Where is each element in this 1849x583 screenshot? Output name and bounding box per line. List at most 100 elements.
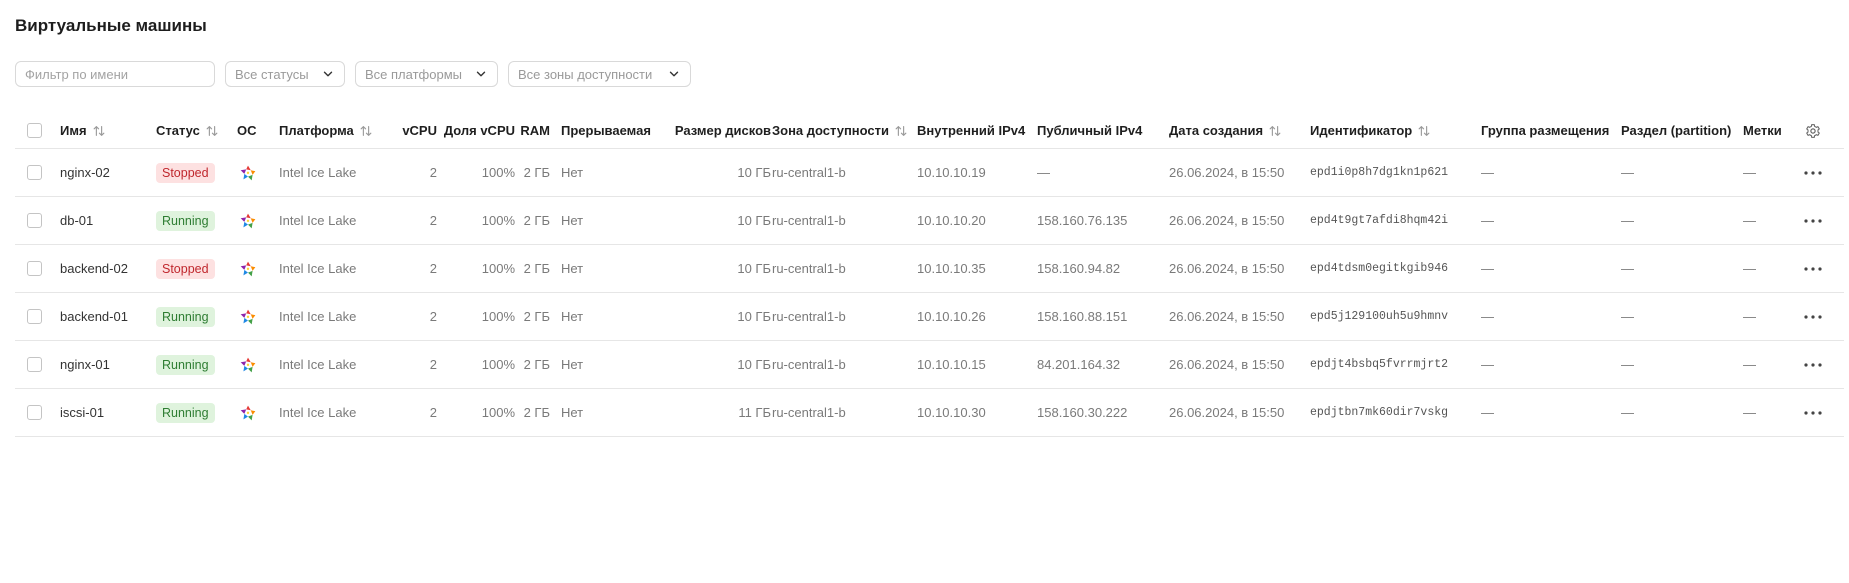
column-header-label: Идентификатор <box>1310 123 1413 138</box>
row-checkbox[interactable] <box>27 213 42 228</box>
labels-cell: — <box>1743 405 1756 420</box>
row-actions-button[interactable] <box>1804 149 1822 196</box>
created-date-cell: 26.06.2024, в 15:50 <box>1169 405 1285 420</box>
more-actions-icon[interactable] <box>1804 362 1822 367</box>
sort-icon[interactable] <box>205 124 219 138</box>
status-filter-select[interactable]: Все статусы <box>225 61 345 87</box>
more-actions-icon[interactable] <box>1804 218 1822 223</box>
vcpu-share-cell: 100% <box>481 357 515 372</box>
status-filter-value: Все статусы <box>235 66 309 82</box>
table-row[interactable]: backend-01 Running Intel Ice Lake 2 100%… <box>15 293 1844 341</box>
internal-ip-cell: 10.10.10.26 <box>917 309 986 324</box>
platform-cell: Intel Ice Lake <box>279 357 357 372</box>
column-header-label: Метки <box>1743 123 1782 138</box>
name-filter-input[interactable] <box>25 66 205 82</box>
os-cell <box>237 341 259 388</box>
platform-cell: Intel Ice Lake <box>279 165 357 180</box>
sort-icon[interactable] <box>1268 124 1282 138</box>
table-row[interactable]: backend-02 Stopped Intel Ice Lake 2 100%… <box>15 245 1844 293</box>
column-header-label: Статус <box>156 123 200 138</box>
vm-table: Имя Статус ОС Платформа vCPU Доля vCPU R… <box>15 113 1844 437</box>
column-header-internal-ip: Внутренний IPv4 <box>917 113 1025 148</box>
column-settings-button[interactable] <box>1805 113 1821 148</box>
table-row[interactable]: iscsi-01 Running Intel Ice Lake 2 100% 2… <box>15 389 1844 437</box>
table-row[interactable]: db-01 Running Intel Ice Lake 2 100% 2 ГБ… <box>15 197 1844 245</box>
sort-icon[interactable] <box>1417 124 1431 138</box>
row-checkbox[interactable] <box>27 357 42 372</box>
column-header-label: Имя <box>60 123 87 138</box>
labels-cell: — <box>1743 213 1756 228</box>
row-actions-button[interactable] <box>1804 341 1822 388</box>
linux-os-icon <box>240 213 256 228</box>
table-row[interactable]: nginx-02 Stopped Intel Ice Lake 2 100% 2… <box>15 149 1844 197</box>
row-checkbox[interactable] <box>27 165 42 180</box>
vm-name[interactable]: backend-01 <box>60 293 128 340</box>
linux-os-icon <box>240 405 256 420</box>
created-date-cell: 26.06.2024, в 15:50 <box>1169 261 1285 276</box>
linux-os-icon <box>240 261 256 276</box>
column-header-status[interactable]: Статус <box>156 113 219 148</box>
status-cell: Stopped <box>156 149 215 196</box>
vm-name[interactable]: db-01 <box>60 197 93 244</box>
gear-icon[interactable] <box>1805 123 1821 139</box>
public-ip-cell: 158.160.76.135 <box>1037 213 1128 228</box>
row-checkbox[interactable] <box>27 309 42 324</box>
sort-icon[interactable] <box>359 124 373 138</box>
vm-name[interactable]: iscsi-01 <box>60 389 104 436</box>
more-actions-icon[interactable] <box>1804 266 1822 271</box>
name-filter-field[interactable] <box>15 61 215 87</box>
row-select-cell <box>27 197 42 244</box>
row-actions-button[interactable] <box>1804 293 1822 340</box>
vm-id-cell: epd4tdsm0egitkgib946 <box>1310 262 1449 275</box>
column-header-vcpu-share: Доля vCPU <box>430 113 515 148</box>
status-badge: Stopped <box>156 258 215 279</box>
os-cell <box>237 149 259 196</box>
vcpu-share-cell: 100% <box>481 165 515 180</box>
column-header-label: Внутренний IPv4 <box>917 123 1026 138</box>
partition-cell: — <box>1621 213 1634 228</box>
column-header-name[interactable]: Имя <box>60 113 106 148</box>
more-actions-icon[interactable] <box>1804 170 1822 175</box>
column-header-zone[interactable]: Зона доступности <box>772 113 908 148</box>
ram-cell: 2 ГБ <box>523 213 550 228</box>
platform-cell: Intel Ice Lake <box>279 213 357 228</box>
table-row[interactable]: nginx-01 Running Intel Ice Lake 2 100% 2… <box>15 341 1844 389</box>
column-header-id[interactable]: Идентификатор <box>1310 113 1431 148</box>
vm-name[interactable]: nginx-01 <box>60 341 110 388</box>
chevron-down-icon <box>669 71 679 77</box>
column-header-placement-group: Группа размещения <box>1481 113 1609 148</box>
row-select-cell <box>27 245 42 292</box>
row-actions-button[interactable] <box>1804 245 1822 292</box>
placement-group-cell: — <box>1481 357 1494 372</box>
labels-cell: — <box>1743 309 1756 324</box>
zone-filter-select[interactable]: Все зоны доступности <box>508 61 691 87</box>
row-select-cell <box>27 389 42 436</box>
partition-cell: — <box>1621 261 1634 276</box>
column-header-platform[interactable]: Платформа <box>279 113 373 148</box>
sort-icon[interactable] <box>894 124 908 138</box>
more-actions-icon[interactable] <box>1804 314 1822 319</box>
more-actions-icon[interactable] <box>1804 410 1822 415</box>
vm-name[interactable]: backend-02 <box>60 245 128 292</box>
vm-name[interactable]: nginx-02 <box>60 149 110 196</box>
row-actions-button[interactable] <box>1804 197 1822 244</box>
internal-ip-cell: 10.10.10.15 <box>917 357 986 372</box>
ram-cell: 2 ГБ <box>523 357 550 372</box>
row-actions-button[interactable] <box>1804 389 1822 436</box>
partition-cell: — <box>1621 165 1634 180</box>
sort-icon[interactable] <box>92 124 106 138</box>
column-header-created[interactable]: Дата создания <box>1169 113 1282 148</box>
platform-filter-select[interactable]: Все платформы <box>355 61 498 87</box>
os-cell <box>237 293 259 340</box>
table-header: Имя Статус ОС Платформа vCPU Доля vCPU R… <box>15 113 1844 149</box>
platform-cell: Intel Ice Lake <box>279 309 357 324</box>
chevron-down-icon <box>323 71 333 77</box>
status-badge: Running <box>156 210 215 231</box>
row-checkbox[interactable] <box>27 405 42 420</box>
row-checkbox[interactable] <box>27 261 42 276</box>
zone-cell: ru-central1-b <box>772 165 846 180</box>
preemptible-cell: Нет <box>561 357 584 372</box>
column-header-label: ОС <box>237 123 257 138</box>
select-all-checkbox[interactable] <box>27 123 42 138</box>
placement-group-cell: — <box>1481 261 1494 276</box>
